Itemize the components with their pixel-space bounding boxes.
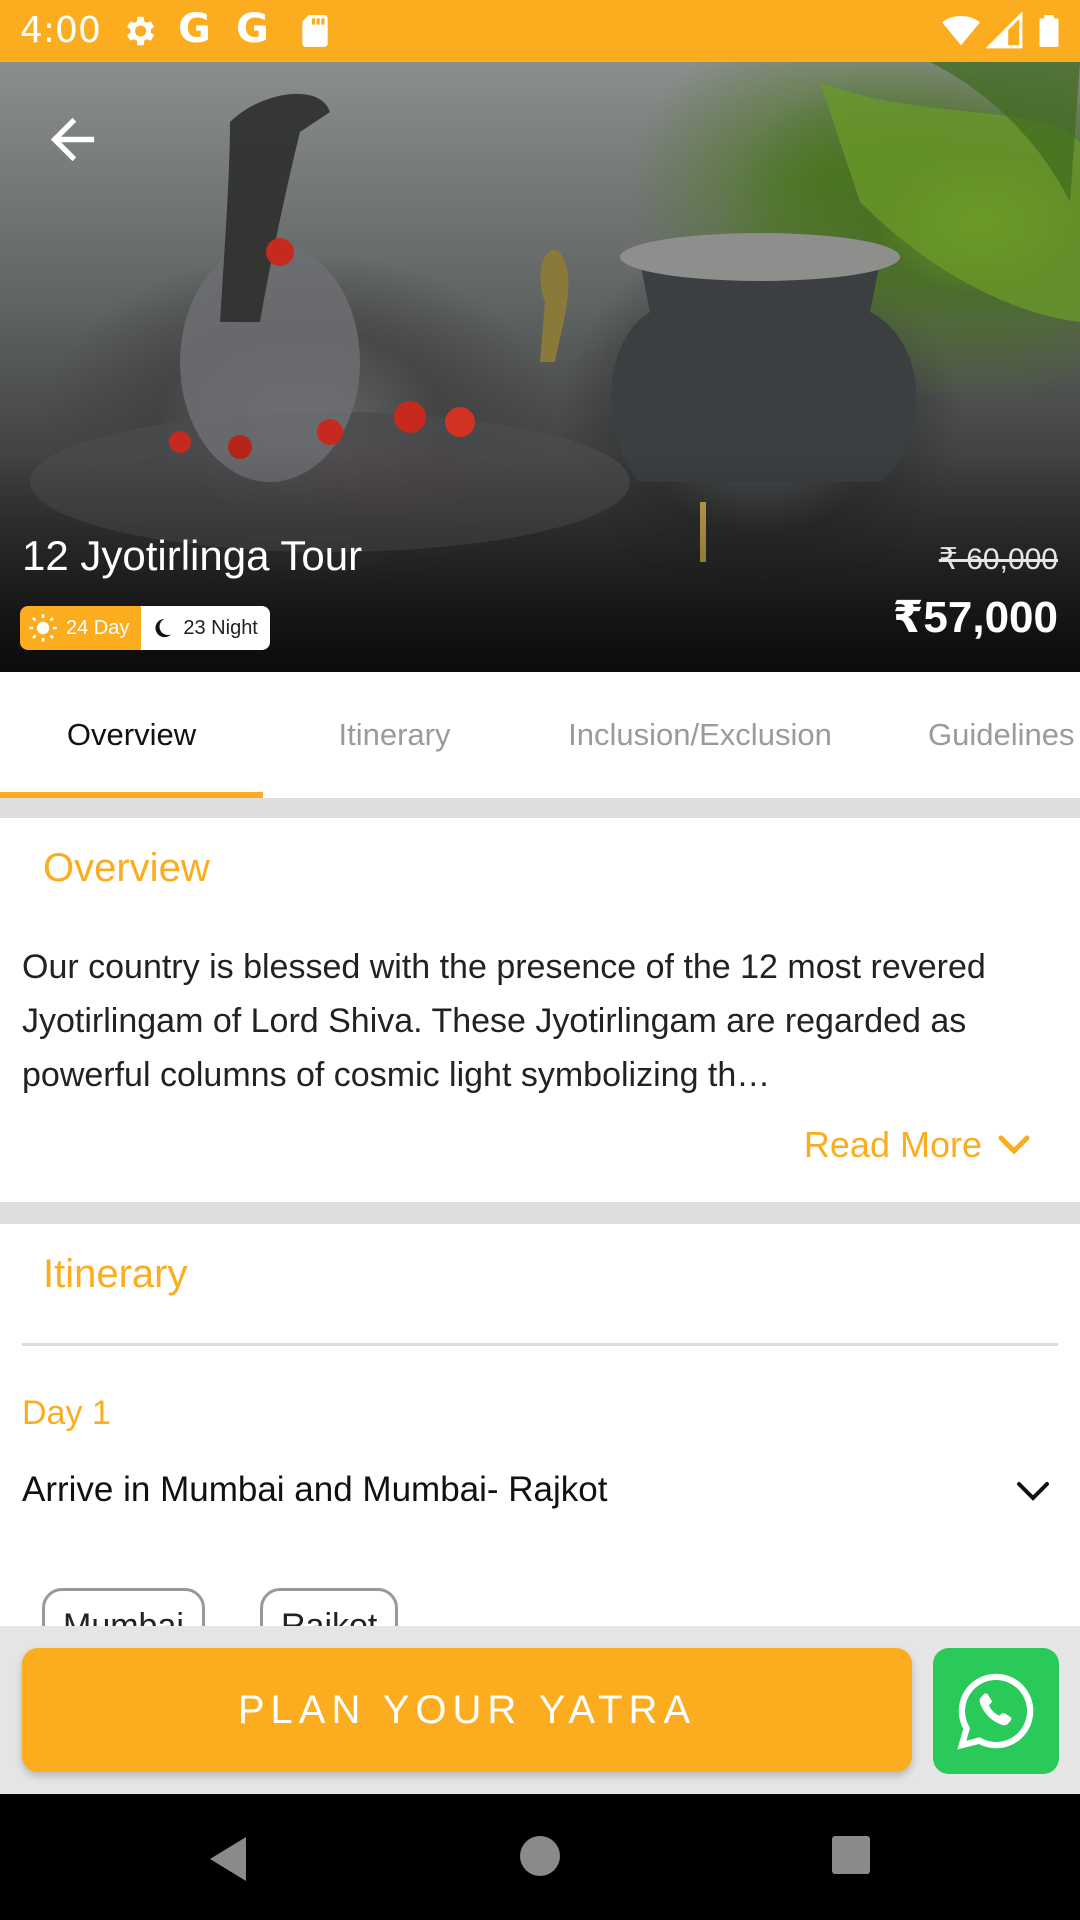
tour-price: ₹57,000: [892, 593, 1058, 642]
tab-inclusion-exclusion[interactable]: Inclusion/Exclusion: [526, 672, 874, 798]
tab-guidelines[interactable]: Guidelines: [874, 672, 1080, 798]
moon-icon: [155, 618, 172, 638]
place-chip: Rajkot: [260, 1588, 399, 1626]
original-price: ₹ 60,000: [938, 543, 1058, 576]
plan-your-yatra-button[interactable]: PLAN YOUR YATRA: [22, 1648, 912, 1772]
status-time: 4:00: [20, 10, 101, 51]
sd-card-icon: [302, 15, 328, 47]
tab-overview[interactable]: Overview: [0, 672, 263, 798]
nights-label: 23 Night: [183, 616, 258, 639]
wifi-icon: [942, 15, 980, 46]
divider: [0, 1202, 1080, 1224]
chevron-down-icon[interactable]: [1016, 1478, 1050, 1504]
chevron-down-icon: [998, 1135, 1030, 1155]
google-icon: G: [178, 6, 211, 52]
divider: [0, 798, 1080, 818]
back-arrow-icon[interactable]: [40, 107, 105, 172]
overview-heading: Overview: [43, 846, 210, 890]
tour-hero-image: 12 Jyotirlinga Tour ₹ 60,000 ₹57,000 24 …: [0, 62, 1080, 672]
bottom-action-bar: PLAN YOUR YATRA: [0, 1626, 1080, 1794]
sun-icon: [29, 614, 57, 642]
divider: [22, 1343, 1058, 1346]
tab-itinerary[interactable]: Itinerary: [263, 672, 526, 798]
nights-badge: 23 Night: [141, 606, 270, 650]
google-icon: G: [236, 6, 269, 52]
nav-home-icon[interactable]: [518, 1834, 562, 1878]
place-chip: Mumbai: [42, 1588, 205, 1626]
system-nav-bar: [0, 1794, 1080, 1920]
read-more-button[interactable]: Read More: [804, 1124, 1030, 1166]
days-label: 24 Day: [66, 616, 130, 639]
tour-title: 12 Jyotirlinga Tour: [22, 532, 363, 579]
days-badge: 24 Day: [20, 606, 142, 650]
duration-badge: 24 Day 23 Night: [20, 606, 270, 650]
read-more-label: Read More: [803, 1124, 982, 1165]
day-title[interactable]: Arrive in Mumbai and Mumbai- Rajkot: [22, 1470, 607, 1510]
nav-back-icon[interactable]: [204, 1834, 252, 1884]
battery-icon: [1039, 15, 1059, 47]
signal-icon: [986, 12, 1023, 49]
settings-icon: [127, 16, 155, 46]
overview-text: Our country is blessed with the presence…: [22, 948, 986, 1094]
overview-section: Overview Our country is blessed with the…: [0, 818, 1080, 1202]
itinerary-heading: Itinerary: [43, 1252, 188, 1296]
whatsapp-icon: [957, 1673, 1034, 1750]
nav-recents-icon[interactable]: [830, 1834, 872, 1876]
day-label: Day 1: [22, 1394, 111, 1432]
itinerary-section: Itinerary Day 1 Arrive in Mumbai and Mum…: [0, 1224, 1080, 1626]
status-bar: 4:00 G G: [0, 0, 1080, 62]
whatsapp-button[interactable]: [933, 1648, 1059, 1774]
detail-tabs: Overview Itinerary Inclusion/Exclusion G…: [0, 672, 1080, 798]
